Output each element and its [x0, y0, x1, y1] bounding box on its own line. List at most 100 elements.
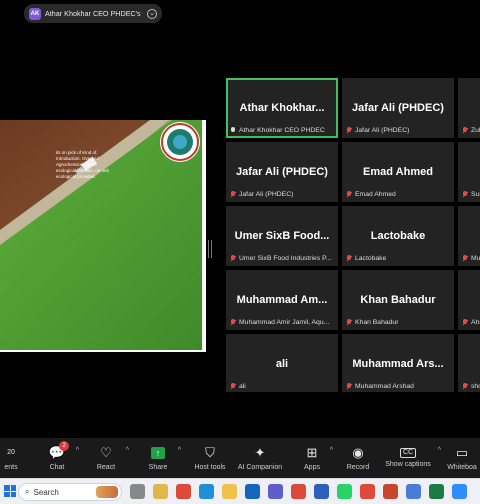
- participant-tile[interactable]: Umer SixB Food... Umer SixB Food Industri…: [226, 206, 338, 266]
- mic-muted-icon: [346, 191, 352, 198]
- participant-tile[interactable]: sh shoa: [458, 334, 480, 392]
- mic-muted-icon: [462, 383, 468, 390]
- whiteboard-icon: ▭: [455, 445, 469, 460]
- participant-tile[interactable]: Zulq Zulqarna: [458, 78, 480, 138]
- screen-share-title: Athar Khokhar CEO PHDEC's scre: [45, 9, 143, 18]
- participant-tile[interactable]: Emad Ahmed Emad Ahmed: [342, 142, 454, 202]
- heart-icon: ♡: [100, 445, 112, 460]
- participant-label-text: Muh: [471, 255, 480, 262]
- windows-start-icon[interactable]: [4, 485, 16, 497]
- task-view-icon[interactable]: [130, 484, 145, 499]
- taskbar-search[interactable]: ⌕ Search: [18, 483, 122, 501]
- apps-button[interactable]: ⊞ Apps ^: [300, 438, 333, 478]
- participant-label-text: Khan Bahadur: [355, 319, 399, 326]
- participant-label: Athar Khokhar CEO PHDEC: [230, 127, 325, 134]
- participant-tile[interactable]: Lactobake Lactobake: [342, 206, 454, 266]
- participant-gallery: Athar Khokhar... Athar Khokhar CEO PHDEC J…: [226, 78, 480, 392]
- chevron-up-icon[interactable]: ^: [330, 447, 333, 454]
- react-button[interactable]: ♡ React ^: [92, 438, 129, 478]
- search-placeholder: Search: [33, 487, 59, 497]
- chrome-3-icon[interactable]: [360, 484, 375, 499]
- teams-icon[interactable]: [268, 484, 283, 499]
- chevron-up-icon[interactable]: ^: [438, 447, 441, 454]
- mic-muted-icon: [346, 383, 352, 390]
- mic-muted-icon: [230, 255, 236, 262]
- chrome-2-icon[interactable]: [291, 484, 306, 499]
- participant-label: shoa: [462, 383, 480, 390]
- search-highlight-image: [96, 486, 118, 498]
- participants-button[interactable]: 20 ents: [0, 438, 22, 478]
- participant-tile[interactable]: Jafar Ali (PHDEC) Jafar Ali (PHDEC): [342, 78, 454, 138]
- share-button[interactable]: ↑ Share ^: [144, 438, 181, 478]
- excel-icon[interactable]: [429, 484, 444, 499]
- sparkle-icon: ✦: [254, 445, 266, 460]
- explorer-icon[interactable]: [153, 484, 168, 499]
- edge-icon[interactable]: [199, 484, 214, 499]
- participant-tile[interactable]: Sun Sun: [458, 142, 480, 202]
- participant-label-text: Zulqarna: [471, 127, 480, 134]
- zoom-icon[interactable]: [452, 484, 467, 499]
- whiteboards-button[interactable]: ▭ Whiteboa: [444, 438, 480, 478]
- presenter-avatar: AK: [29, 7, 41, 20]
- participants-count: 20: [7, 449, 15, 456]
- chat-button[interactable]: 💬 2 Chat ^: [44, 438, 79, 478]
- powerpoint-icon[interactable]: [383, 484, 398, 499]
- mic-muted-icon: [230, 383, 236, 390]
- mic-muted-icon: [462, 127, 468, 134]
- participant-tile[interactable]: Jafar Ali (PHDEC) Jafar Ali (PHDEC): [226, 142, 338, 202]
- participant-name: ali: [275, 358, 289, 370]
- record-button[interactable]: ◉ Record: [344, 438, 372, 478]
- mic-icon: [230, 127, 236, 134]
- participant-label: Lactobake: [346, 255, 386, 262]
- whatsapp-icon[interactable]: [337, 484, 352, 499]
- participant-label-text: Umer SixB Food Industries P...: [239, 255, 332, 262]
- show-captions-button[interactable]: CC Show captions ^: [384, 438, 441, 478]
- folder-icon[interactable]: [222, 484, 237, 499]
- participant-tile[interactable]: Athar Khokhar... Athar Khokhar CEO PHDEC: [226, 78, 338, 138]
- host-tools-button[interactable]: ⛉ Host tools: [192, 438, 228, 478]
- participant-label: Umer SixB Food Industries P...: [230, 255, 331, 262]
- participant-tile[interactable]: Ahm Ahm: [458, 270, 480, 330]
- participant-name: Emad Ahmed: [363, 166, 433, 178]
- participant-tile[interactable]: Muhammad Am... Muhammad Amir Jamil, Aqu..…: [226, 270, 338, 330]
- chevron-up-icon[interactable]: ^: [126, 447, 129, 454]
- participant-label-text: Muhammad Arshad: [355, 383, 414, 390]
- participant-name: Athar Khokhar...: [239, 102, 325, 114]
- split-resize-handle[interactable]: [208, 240, 212, 258]
- participant-label-text: Athar Khokhar CEO PHDEC: [239, 127, 325, 134]
- participant-tile[interactable]: Muh Muh: [458, 206, 480, 266]
- mic-muted-icon: [346, 127, 352, 134]
- participant-label-text: Lactobake: [355, 255, 387, 262]
- mic-muted-icon: [230, 191, 236, 198]
- participant-label: Emad Ahmed: [346, 191, 396, 198]
- participant-label: Sun: [462, 191, 480, 198]
- participant-name: sh: [458, 358, 480, 370]
- outlook-icon[interactable]: [245, 484, 260, 499]
- participant-name: Muhammad Ars...: [352, 358, 444, 370]
- shared-overlay-text: its on pick of Kind of. Introduction. Ov…: [56, 150, 109, 179]
- participant-tile[interactable]: Muhammad Ars... Muhammad Arshad: [342, 334, 454, 392]
- participant-tile[interactable]: Khan Bahadur Khan Bahadur: [342, 270, 454, 330]
- participant-label: Muhammad Arshad: [346, 383, 414, 390]
- participant-label-text: shoa: [471, 383, 480, 390]
- cc-icon: CC: [399, 448, 417, 458]
- chrome-icon[interactable]: [176, 484, 191, 499]
- participant-label: Khan Bahadur: [346, 319, 398, 326]
- snipping-icon[interactable]: [406, 484, 421, 499]
- participant-name: Jafar Ali (PHDEC): [236, 166, 328, 178]
- participant-label: Zulqarna: [462, 127, 480, 134]
- participant-label-text: Ahm: [471, 319, 480, 326]
- mic-muted-icon: [230, 319, 236, 326]
- participant-label: Jafar Ali (PHDEC): [346, 127, 409, 134]
- chevron-down-icon[interactable]: ⌄: [147, 8, 157, 19]
- ai-companion-button[interactable]: ✦ AI Companion: [236, 438, 284, 478]
- participant-tile[interactable]: ali ali: [226, 334, 338, 392]
- search-icon: ⌕: [25, 487, 30, 496]
- windows-taskbar: ⌕ Search: [0, 478, 480, 504]
- word-icon[interactable]: [314, 484, 329, 499]
- meeting-toolbar: 20 ents 💬 2 Chat ^ ♡ React ^ ↑ Share ^ ⛉…: [0, 438, 480, 478]
- participant-name: Zulq: [458, 102, 480, 114]
- screen-share-banner[interactable]: AK Athar Khokhar CEO PHDEC's scre ⌄: [24, 4, 162, 23]
- chevron-up-icon[interactable]: ^: [178, 447, 181, 454]
- chevron-up-icon[interactable]: ^: [76, 447, 79, 454]
